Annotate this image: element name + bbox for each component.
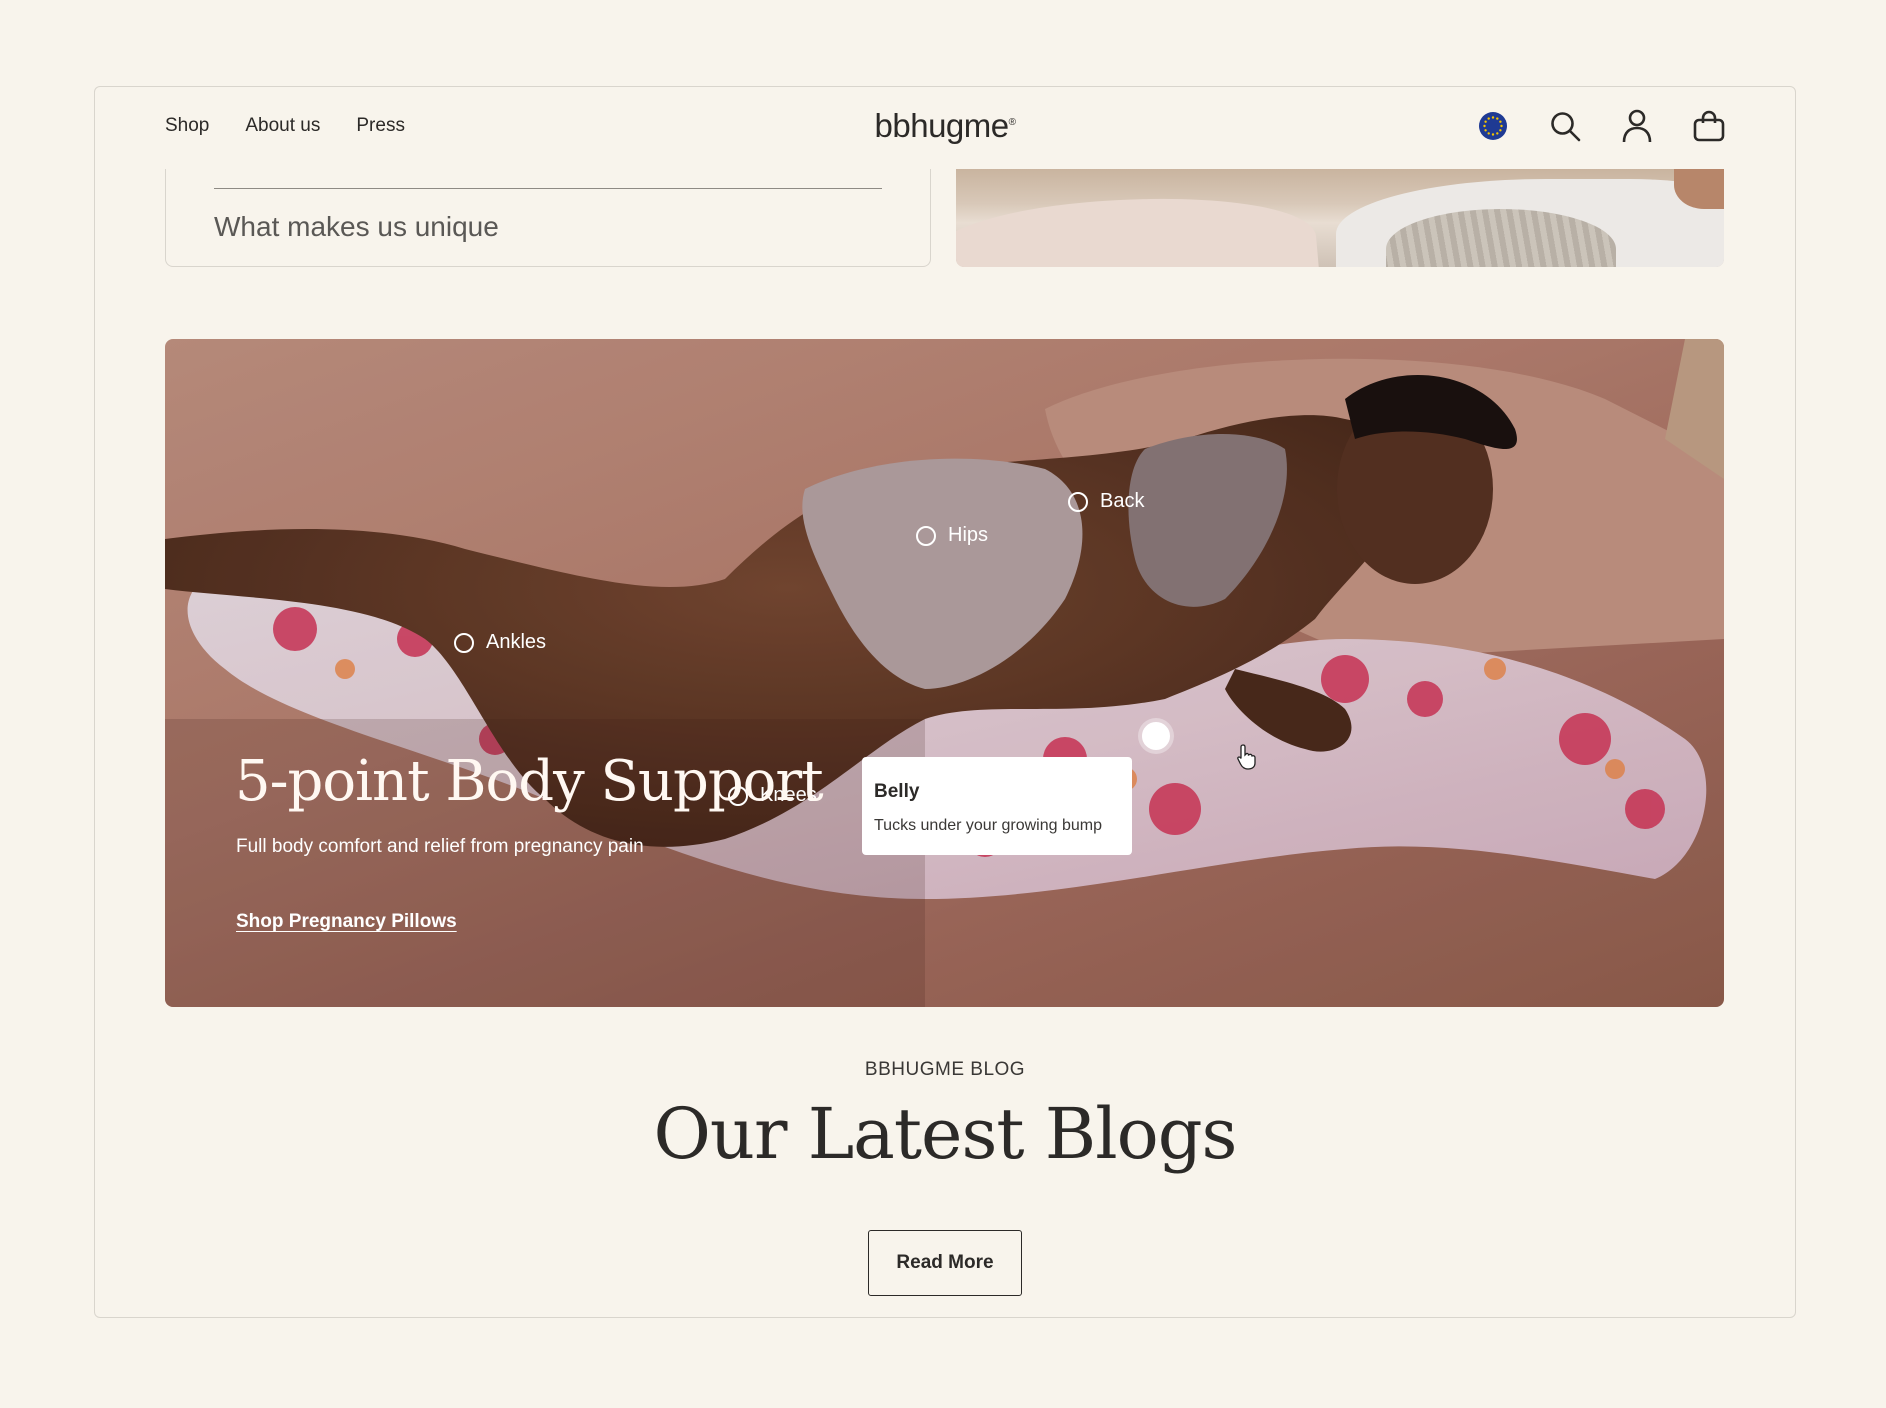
- nav-shop[interactable]: Shop: [165, 115, 209, 137]
- blog-section-title: Our Latest Blogs: [653, 1093, 1238, 1175]
- nav-press[interactable]: Press: [356, 115, 405, 137]
- hotspot-ring-active: [1142, 722, 1170, 750]
- hotspot-label: Hips: [948, 524, 989, 546]
- header-icons: [1477, 109, 1725, 143]
- hotspot-ankles[interactable]: Ankles: [454, 631, 546, 654]
- read-more-button[interactable]: Read More: [868, 1230, 1022, 1296]
- shop-pregnancy-pillows-link[interactable]: Shop Pregnancy Pillows: [236, 911, 457, 933]
- brand-logo-text: bbhugme: [874, 107, 1010, 144]
- account-icon[interactable]: [1621, 109, 1653, 143]
- bedroom-photo: [956, 169, 1724, 267]
- what-makes-us-unique-label[interactable]: What makes us unique: [214, 211, 499, 243]
- eu-flag-icon[interactable]: [1477, 109, 1509, 143]
- hero-banner: Back Hips Ankles Knees Belly Tucks under…: [165, 339, 1724, 1007]
- brand-logo[interactable]: bbhugme®: [875, 107, 1016, 145]
- hotspot-ring: [454, 632, 474, 653]
- photo-pillow: [956, 182, 1320, 267]
- tooltip-body: Tucks under your growing bump: [874, 817, 1102, 834]
- tooltip-title: Belly: [874, 781, 920, 802]
- hotspot-label: Back: [1100, 490, 1145, 512]
- hand-cursor-icon: [1237, 744, 1256, 770]
- hotspot-ring: [1068, 491, 1088, 512]
- hotspot-belly[interactable]: [1142, 722, 1170, 750]
- main-nav: Shop About us Press: [165, 115, 405, 137]
- search-icon[interactable]: [1549, 109, 1581, 143]
- site-header: Shop About us Press bbhugme®: [95, 87, 1795, 169]
- hotspot-ring: [916, 525, 936, 546]
- blog-eyebrow: BBHUGME BLOG: [864, 1059, 1026, 1080]
- hero-title: 5-point Body Support: [235, 749, 824, 814]
- hero-photo: [165, 339, 1724, 1007]
- unique-accordion-card: What makes us unique: [165, 169, 931, 267]
- hero-subtitle: Full body comfort and relief from pregna…: [236, 836, 644, 857]
- hotspot-label: Ankles: [486, 631, 547, 653]
- hotspot-hips[interactable]: Hips: [916, 524, 988, 547]
- hotspot-tooltip: Belly Tucks under your growing bump: [862, 757, 1132, 855]
- card-divider: [214, 188, 882, 189]
- brand-logo-mark: ®: [1008, 117, 1016, 128]
- browser-frame: Shop About us Press bbhugme® What makes …: [94, 86, 1796, 1318]
- nav-about-us[interactable]: About us: [245, 115, 320, 137]
- hotspot-back[interactable]: Back: [1068, 490, 1144, 513]
- cart-icon[interactable]: [1693, 109, 1725, 143]
